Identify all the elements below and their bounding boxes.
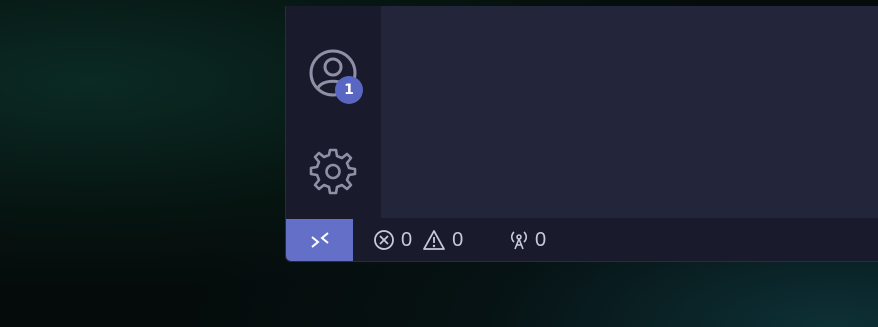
gear-icon xyxy=(308,146,358,196)
broadcast-icon xyxy=(507,228,531,252)
ports-status[interactable]: 0 xyxy=(507,219,546,261)
app-window: 1 0 0 0 xyxy=(285,6,878,262)
problems-status[interactable]: 0 0 xyxy=(373,219,463,261)
accounts-button[interactable]: 1 xyxy=(303,43,363,104)
ports-count: 0 xyxy=(535,228,547,251)
error-count: 0 xyxy=(401,228,413,251)
warning-icon xyxy=(422,229,446,251)
remote-indicator-button[interactable] xyxy=(286,219,353,261)
error-icon xyxy=(373,229,395,251)
accounts-badge: 1 xyxy=(335,76,363,104)
remote-icon xyxy=(309,229,331,251)
settings-button[interactable] xyxy=(303,141,363,201)
activity-bar: 1 xyxy=(286,6,381,218)
editor-area[interactable] xyxy=(381,6,878,218)
warning-count: 0 xyxy=(452,228,464,251)
status-bar: 0 0 0 xyxy=(286,219,878,261)
